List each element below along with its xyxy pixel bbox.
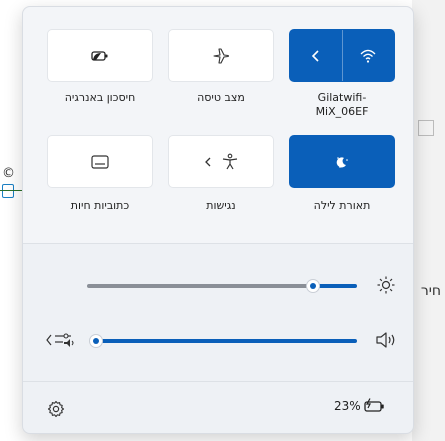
footer-divider	[23, 381, 413, 382]
gear-icon[interactable]	[47, 400, 65, 418]
live-captions-label: כתוביות חיות	[70, 199, 130, 212]
battery-percentage[interactable]: 23%	[334, 399, 361, 413]
brightness-slider-thumb[interactable]	[306, 279, 320, 293]
night-light-tile[interactable]	[289, 135, 395, 188]
battery-charging-icon[interactable]	[363, 398, 387, 414]
accessibility-icon	[222, 153, 238, 169]
airplane-icon	[213, 47, 230, 64]
wifi-icon	[360, 49, 376, 63]
night-light-icon	[336, 156, 348, 168]
airplane-mode-tile[interactable]	[168, 29, 274, 82]
volume-track	[93, 339, 357, 343]
brightness-track-remaining	[87, 284, 315, 288]
live-captions-icon	[91, 154, 109, 169]
battery-saver-label: חיסכון באנרגיה	[64, 91, 136, 104]
quick-actions-area: Gilatwifi- MiX_06EF מצב טיסה חיסכון באנר…	[23, 7, 413, 243]
accessibility-tile[interactable]	[168, 135, 274, 188]
background-window-right	[412, 0, 445, 441]
chevron-left-icon	[205, 157, 211, 166]
wifi-toggle-button[interactable]	[343, 30, 395, 81]
panel-divider	[23, 243, 413, 244]
battery-saver-tile[interactable]	[47, 29, 153, 82]
background-checkbox	[418, 120, 434, 136]
background-control-fragment	[2, 184, 14, 198]
volume-slider-thumb[interactable]	[89, 334, 103, 348]
chevron-left-icon	[311, 49, 319, 62]
airplane-mode-label: מצב טיסה	[197, 91, 245, 104]
audio-output-icon[interactable]	[45, 330, 77, 350]
wifi-label: Gilatwifi- MiX_06EF	[315, 91, 369, 118]
quick-settings-panel: Gilatwifi- MiX_06EF מצב טיסה חיסכון באנר…	[22, 6, 414, 434]
brightness-icon	[377, 276, 395, 294]
background-right-text: חיר	[420, 283, 441, 299]
night-light-label: תאורת לילה	[313, 199, 371, 212]
wifi-tile[interactable]	[289, 29, 395, 82]
battery-saver-icon	[91, 50, 108, 61]
speaker-icon[interactable]	[375, 331, 397, 349]
accessibility-label: נגישות	[206, 199, 236, 212]
live-captions-tile[interactable]	[47, 135, 153, 188]
brightness-track-filled	[315, 284, 357, 288]
wifi-details-button[interactable]	[290, 30, 342, 81]
background-line	[0, 190, 24, 191]
background-text-fragment: ©	[2, 166, 15, 181]
